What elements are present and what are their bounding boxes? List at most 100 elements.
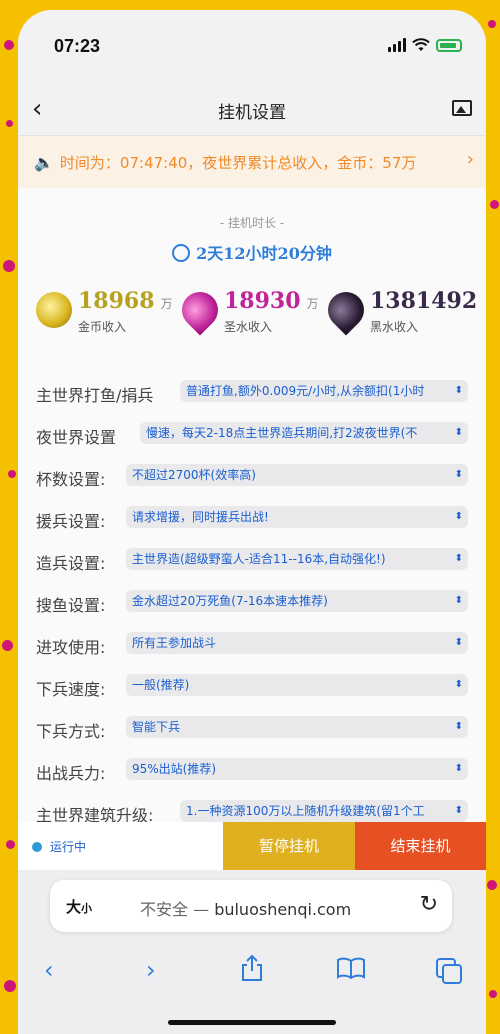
confetti-dot bbox=[6, 840, 15, 849]
bottom-action-bar: 运行中 暂停挂机 结束挂机 bbox=[18, 822, 486, 870]
confetti-dot bbox=[2, 640, 13, 651]
setting-select[interactable]: 一般(推荐) ⬍ bbox=[126, 674, 468, 696]
chevron-updown-icon: ⬍ bbox=[454, 553, 463, 564]
confetti-dot bbox=[490, 200, 499, 209]
setting-value: 一般(推荐) bbox=[132, 678, 190, 692]
gold-coin-icon bbox=[36, 292, 72, 328]
setting-label: 援兵设置: bbox=[36, 512, 106, 531]
running-status: 运行中 bbox=[32, 838, 86, 855]
image-icon[interactable] bbox=[452, 100, 472, 116]
chevron-updown-icon: ⬍ bbox=[454, 637, 463, 648]
status-dot-icon bbox=[32, 841, 42, 852]
setting-label: 夜世界设置 bbox=[36, 428, 117, 447]
stat-dark-value-row: 1381492 bbox=[370, 288, 477, 314]
share-icon[interactable] bbox=[240, 954, 264, 982]
setting-row-trophies: 杯数设置: 不超过2700杯(效率高) ⬍ bbox=[36, 462, 468, 490]
url-domain: buluoshenqi.com bbox=[214, 900, 352, 919]
setting-select[interactable]: 主世界造(超级野蛮人-适合11--16本,自动强化!) ⬍ bbox=[126, 548, 468, 570]
home-indicator bbox=[168, 1020, 336, 1025]
setting-select[interactable]: 智能下兵 ⬍ bbox=[126, 716, 468, 738]
settings-content: - 挂机时长 - 2天12小时20分钟 18968 万 金币收入 18930 万 圣… bbox=[18, 188, 486, 848]
nav-bar: ‹ 挂机设置 bbox=[18, 80, 486, 136]
setting-select[interactable]: 1.一种资源100万以上随机升级建筑(留1个工 ⬍ bbox=[180, 800, 468, 822]
page-title: 挂机设置 bbox=[218, 103, 286, 123]
pause-button[interactable]: 暂停挂机 bbox=[223, 822, 355, 870]
setting-row-deploy-speed: 下兵速度: 一般(推荐) ⬍ bbox=[36, 672, 468, 700]
setting-value: 请求增援，同时援兵出战! bbox=[132, 510, 269, 524]
setting-label: 出战兵力: bbox=[36, 764, 106, 783]
setting-row-deploy-mode: 下兵方式: 智能下兵 ⬍ bbox=[36, 714, 468, 742]
stat-dark-label: 黑水收入 bbox=[370, 320, 419, 334]
back-arrow-icon[interactable]: ‹ bbox=[44, 956, 54, 984]
insecure-label: 不安全 — bbox=[140, 900, 210, 919]
notice-banner[interactable]: 🔈 时间为：07:47:40，夜世界累计总收入，金币：57万 › bbox=[18, 136, 486, 188]
chevron-updown-icon: ⬍ bbox=[454, 679, 463, 690]
stop-button[interactable]: 结束挂机 bbox=[355, 822, 486, 870]
setting-row-attack: 进攻使用: 所有王参加战斗 ⬍ bbox=[36, 630, 468, 658]
setting-value: 所有王参加战斗 bbox=[132, 636, 217, 650]
duration-value: 2天12小时20分钟 bbox=[196, 244, 332, 263]
status-icons bbox=[388, 38, 462, 52]
dark-elixir-drop-icon bbox=[320, 284, 372, 336]
setting-row-army-size: 出战兵力: 95%出站(推荐) ⬍ bbox=[36, 756, 468, 784]
setting-label: 主世界打鱼/捐兵 bbox=[36, 386, 154, 405]
setting-label: 进攻使用: bbox=[36, 638, 106, 657]
chevron-updown-icon: ⬍ bbox=[454, 385, 463, 396]
tabs-icon[interactable] bbox=[436, 958, 462, 984]
speaker-icon: 🔈 bbox=[34, 152, 54, 172]
setting-select[interactable]: 不超过2700杯(效率高) ⬍ bbox=[126, 464, 468, 486]
setting-value: 95%出站(推荐) bbox=[132, 762, 217, 776]
income-stats: 18968 万 金币收入 18930 万 圣水收入 1381492 黑水收入 bbox=[18, 284, 486, 348]
stat-gold-label: 金币收入 bbox=[78, 320, 127, 334]
reload-icon[interactable]: ↻ bbox=[420, 892, 438, 917]
setting-select[interactable]: 金水超过20万死鱼(7-16本速本推荐) ⬍ bbox=[126, 590, 468, 612]
setting-label: 杯数设置: bbox=[36, 470, 106, 489]
status-time: 07:23 bbox=[54, 36, 101, 56]
confetti-dot bbox=[8, 470, 16, 478]
confetti-dot bbox=[487, 880, 497, 890]
setting-label: 下兵速度: bbox=[36, 680, 106, 699]
setting-select[interactable]: 请求增援，同时援兵出战! ⬍ bbox=[126, 506, 468, 528]
duration-value-row: 2天12小时20分钟 bbox=[18, 240, 486, 264]
chevron-updown-icon: ⬍ bbox=[454, 427, 463, 438]
setting-row-troop-build: 造兵设置: 主世界造(超级野蛮人-适合11--16本,自动强化!) ⬍ bbox=[36, 546, 468, 574]
setting-value: 不超过2700杯(效率高) bbox=[132, 468, 256, 482]
duration-label: - 挂机时长 - bbox=[219, 216, 285, 230]
text-size-button[interactable]: 大小 bbox=[66, 896, 92, 917]
chevron-updown-icon: ⬍ bbox=[454, 721, 463, 732]
notice-text: 时间为：07:47:40，夜世界累计总收入，金币：57万 bbox=[59, 153, 417, 172]
confetti-dot bbox=[6, 120, 13, 127]
stat-dark-value: 1381492 bbox=[370, 288, 478, 314]
setting-select[interactable]: 95%出站(推荐) ⬍ bbox=[126, 758, 468, 780]
confetti-dot bbox=[4, 40, 14, 50]
chevron-updown-icon: ⬍ bbox=[454, 763, 463, 774]
setting-select[interactable]: 所有王参加战斗 ⬍ bbox=[126, 632, 468, 654]
chevron-updown-icon: ⬍ bbox=[454, 469, 463, 480]
stat-gold-value-row: 18968 万 bbox=[78, 288, 173, 314]
setting-row-reinforcement: 援兵设置: 请求增援，同时援兵出战! ⬍ bbox=[36, 504, 468, 532]
confetti-dot bbox=[4, 980, 16, 992]
setting-value: 智能下兵 bbox=[132, 720, 181, 734]
stat-elixir-unit: 万 bbox=[306, 297, 319, 311]
stat-elixir-value: 18930 bbox=[224, 288, 301, 314]
setting-value: 1.一种资源100万以上随机升级建筑(留1个工 bbox=[186, 804, 425, 818]
confetti-dot bbox=[3, 260, 15, 272]
battery-icon bbox=[436, 38, 462, 52]
setting-select[interactable]: 普通打鱼,额外0.009元/小时,从余额扣(1小时 ⬍ bbox=[180, 380, 468, 402]
running-status-text: 运行中 bbox=[50, 840, 87, 854]
text-size-small: 小 bbox=[81, 902, 93, 915]
stat-elixir-label: 圣水收入 bbox=[224, 320, 273, 334]
setting-select[interactable]: 慢速，每天2-18点主世界造兵期间,打2波夜世界(不 ⬍ bbox=[140, 422, 468, 444]
browser-chrome: 大小 不安全 — buluoshenqi.com ↻ ‹ › bbox=[18, 870, 486, 1034]
setting-row-night-world: 夜世界设置 慢速，每天2-18点主世界造兵期间,打2波夜世界(不 ⬍ bbox=[36, 420, 468, 448]
setting-value: 金水超过20万死鱼(7-16本速本推荐) bbox=[132, 594, 328, 608]
confetti-dot bbox=[488, 20, 496, 28]
stat-gold-value: 18968 bbox=[78, 288, 155, 314]
address-bar[interactable]: 大小 不安全 — buluoshenqi.com ↻ bbox=[50, 880, 452, 932]
bookmarks-icon[interactable] bbox=[336, 956, 366, 980]
chevron-right-icon: › bbox=[466, 149, 474, 170]
forward-arrow-icon[interactable]: › bbox=[146, 956, 156, 984]
confetti-dot bbox=[489, 990, 497, 998]
elixir-drop-icon bbox=[174, 284, 226, 336]
browser-toolbar: ‹ › bbox=[18, 948, 486, 992]
